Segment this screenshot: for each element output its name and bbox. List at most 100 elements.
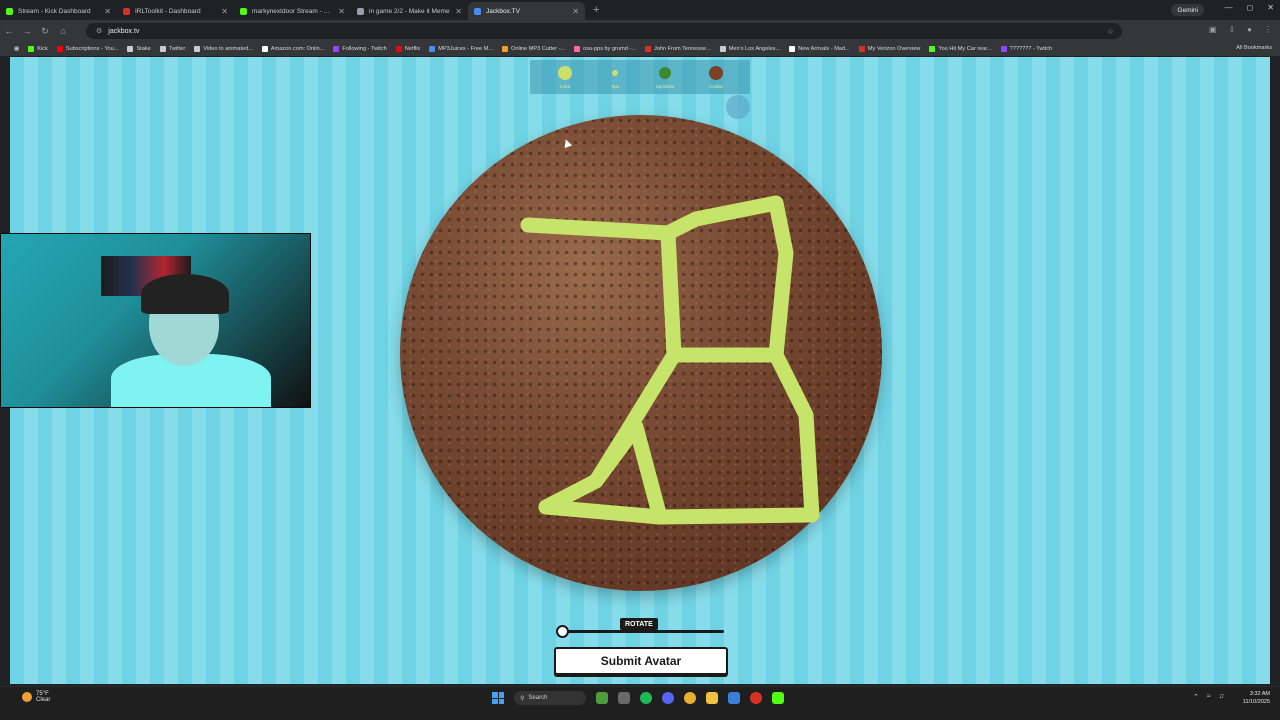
task-view-icon[interactable] xyxy=(618,692,630,704)
tab-close-icon[interactable]: ✕ xyxy=(338,7,345,16)
bookmark-item[interactable]: osu-pps by grumd -... xyxy=(574,46,636,52)
home-icon[interactable]: ⌂ xyxy=(54,26,72,36)
bookmark-item[interactable]: ??????? - Twitch xyxy=(1000,46,1053,52)
spotify-icon[interactable] xyxy=(640,692,652,704)
bookmark-item[interactable]: Online MP3 Cutter -... xyxy=(502,46,565,52)
new-tab-button[interactable]: + xyxy=(593,4,599,16)
widget-icon[interactable] xyxy=(596,692,608,704)
bookmark-favicon-icon xyxy=(395,46,402,52)
rotate-label: ROTATE xyxy=(620,618,658,630)
tool-palette: Color Tips Sprinkles Cookie xyxy=(530,60,750,94)
discord-icon[interactable] xyxy=(662,692,674,704)
tab-close-icon[interactable]: ✕ xyxy=(572,7,579,16)
bookmark-item[interactable]: Following - Twitch xyxy=(333,46,387,52)
bookmark-item[interactable]: Kick xyxy=(28,46,48,52)
bookmark-favicon-icon xyxy=(429,46,436,52)
minimize-icon[interactable]: — xyxy=(1225,3,1233,12)
tool-swatch-icon xyxy=(659,67,671,79)
tool-tips[interactable]: Tips xyxy=(600,65,630,89)
tool-sprinkles[interactable]: Sprinkles xyxy=(650,65,680,89)
weather-desc: Clear xyxy=(36,697,51,703)
wifi-icon[interactable]: ≈ xyxy=(1207,693,1211,701)
browser-tab[interactable]: Jackbox.TV ✕ xyxy=(468,2,585,20)
chrome-icon[interactable] xyxy=(684,692,696,704)
maximize-icon[interactable]: ◻ xyxy=(1247,3,1254,12)
clock[interactable]: 3:32 AM 11/10/2025 xyxy=(1243,690,1270,706)
apps-icon[interactable]: ▦ xyxy=(14,46,19,52)
cookie-canvas[interactable] xyxy=(400,115,882,591)
start-icon[interactable] xyxy=(492,692,504,704)
tab-close-icon[interactable]: ✕ xyxy=(221,7,228,16)
bookmark-list: Kick Subscriptions - You... Stake Twitter Vi… xyxy=(28,46,1052,52)
tab-title: in game 2/2 - Make it Meme xyxy=(369,7,450,15)
bookmark-favicon-icon xyxy=(929,46,936,52)
tab-title: Stream - Kick Dashboard xyxy=(18,7,91,15)
store-icon[interactable] xyxy=(728,692,740,704)
weather-widget[interactable]: 75°F Clear xyxy=(22,691,50,703)
kick-icon[interactable] xyxy=(772,692,784,704)
streamer-headset xyxy=(141,274,229,314)
bookmark-favicon-icon xyxy=(56,46,63,52)
bookmark-item[interactable]: Video to animated... xyxy=(194,46,253,52)
tab-favicon-icon xyxy=(357,7,364,15)
tool-cookie[interactable]: Cookie xyxy=(701,65,731,89)
browser-tab[interactable]: Stream - Kick Dashboard ✕ xyxy=(0,2,117,20)
bookmark-item[interactable]: New Arrivals - Mad... xyxy=(789,46,850,52)
search-label: Search xyxy=(528,695,548,701)
tab-favicon-icon xyxy=(240,7,247,15)
bookmark-item[interactable]: John From Tennesse... xyxy=(644,46,711,52)
tray-expand-icon[interactable]: ⌃ xyxy=(1193,693,1199,701)
profile-icon[interactable]: ● xyxy=(1247,25,1252,34)
submit-avatar-button[interactable]: Submit Avatar xyxy=(554,647,728,675)
obs-icon[interactable] xyxy=(750,692,762,704)
all-bookmarks-button[interactable]: All Bookmarks xyxy=(1236,45,1272,51)
reload-icon[interactable]: ↻ xyxy=(36,26,54,37)
file-explorer-icon[interactable] xyxy=(706,692,718,704)
bookmark-favicon-icon xyxy=(28,46,35,52)
bookmark-item[interactable]: Twitter xyxy=(159,46,185,52)
tab-title: Jackbox.TV xyxy=(486,7,520,15)
bookmark-favicon-icon xyxy=(502,46,508,52)
tool-color[interactable]: Color xyxy=(550,65,580,89)
close-icon[interactable]: ✕ xyxy=(1267,3,1274,12)
bookmark-item[interactable]: Subscriptions - You... xyxy=(56,46,119,52)
address-bar[interactable]: ⚙ jackbox.tv ☆ xyxy=(86,23,1122,39)
bookmark-item[interactable]: Men's Los Angeles... xyxy=(719,46,780,52)
url-text: jackbox.tv xyxy=(108,27,140,35)
bookmark-star-icon[interactable]: ☆ xyxy=(1107,27,1114,36)
window-controls: — ◻ ✕ xyxy=(1225,3,1274,12)
tab-list: Stream - Kick Dashboard ✕ IRLToolkit - Das… xyxy=(0,0,585,20)
bookmark-label: osu-pps by grumd -... xyxy=(583,46,636,52)
tab-close-icon[interactable]: ✕ xyxy=(104,7,111,16)
tab-close-icon[interactable]: ✕ xyxy=(455,7,462,16)
bookmark-label: Subscriptions - You... xyxy=(65,46,119,52)
site-info-icon[interactable]: ⚙ xyxy=(96,27,102,35)
tab-title: IRLToolkit - Dashboard xyxy=(135,7,201,15)
bookmark-label: Stake xyxy=(136,46,151,52)
bookmark-label: Netflix xyxy=(404,46,421,52)
back-icon[interactable]: ← xyxy=(0,26,18,36)
gemini-button[interactable]: Gemini xyxy=(1171,4,1204,16)
menu-icon[interactable]: ⋮ xyxy=(1264,25,1272,34)
volume-icon[interactable]: ♫ xyxy=(1219,693,1224,701)
browser-tab[interactable]: markynextdoor Stream - Watch ✕ xyxy=(234,2,351,20)
extensions-icon[interactable]: ▣ xyxy=(1209,25,1217,34)
bookmark-item[interactable]: Stake xyxy=(127,46,151,52)
taskbar-search[interactable]: ⚲ Search xyxy=(514,691,586,705)
bookmark-item[interactable]: Amazon.com: Onlin... xyxy=(261,46,324,52)
bookmark-item[interactable]: My Verizon Overview xyxy=(858,46,920,52)
tool-swatch-icon xyxy=(612,70,618,76)
bookmark-item[interactable]: You Hit My Car rear... xyxy=(929,46,992,52)
rotate-handle[interactable] xyxy=(556,625,569,638)
download-icon[interactable]: ⇩ xyxy=(1228,25,1235,34)
forward-icon[interactable]: → xyxy=(18,26,36,36)
bookmark-item[interactable]: Netflix xyxy=(395,46,421,52)
bookmark-favicon-icon xyxy=(789,46,796,52)
bookmarks-bar: ▦ Kick Subscriptions - You... Stake Twitter… xyxy=(0,42,1280,56)
bookmark-item[interactable]: MP3Juices - Free M... xyxy=(429,46,493,52)
browser-tab[interactable]: in game 2/2 - Make it Meme ✕ xyxy=(351,2,468,20)
rotate-track xyxy=(562,630,724,633)
browser-tab[interactable]: IRLToolkit - Dashboard ✕ xyxy=(117,2,234,20)
weather-icon xyxy=(22,692,32,702)
bookmark-label: ??????? - Twitch xyxy=(1009,46,1053,52)
